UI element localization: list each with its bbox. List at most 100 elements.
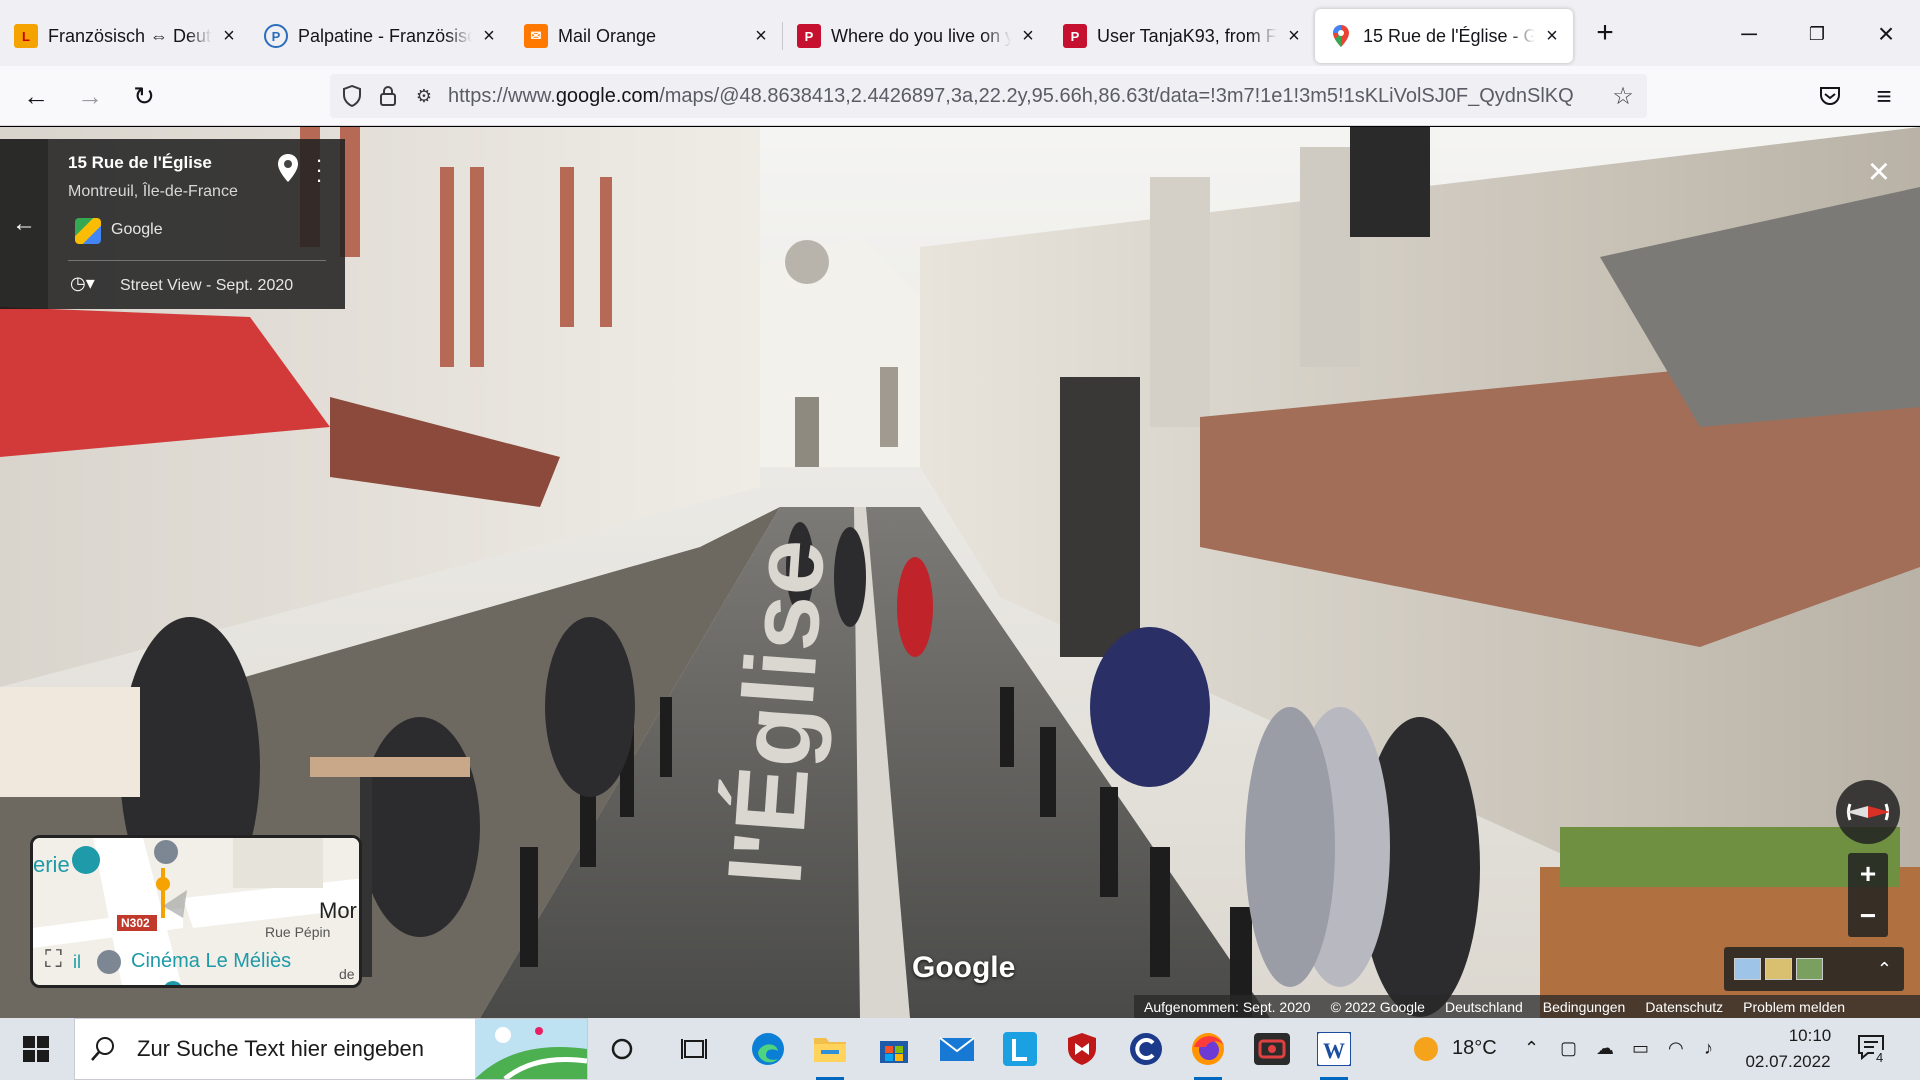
- hamburger-menu-icon[interactable]: ≡: [1864, 76, 1904, 116]
- imagery-thumbnail[interactable]: [1734, 958, 1761, 980]
- windows-start-icon[interactable]: [12, 1028, 60, 1070]
- reload-icon[interactable]: ↻: [124, 76, 164, 116]
- lock-icon[interactable]: [370, 85, 406, 107]
- privacy-link[interactable]: Datenschutz: [1645, 999, 1723, 1015]
- compass-control[interactable]: [1836, 780, 1900, 844]
- time-travel-icon[interactable]: ◷▾: [70, 273, 106, 299]
- mail-app-icon[interactable]: [935, 1027, 979, 1071]
- forward-arrow-icon[interactable]: →: [70, 76, 110, 116]
- word-icon[interactable]: W: [1312, 1027, 1356, 1080]
- l-app-icon[interactable]: [998, 1027, 1042, 1071]
- card-divider: [68, 260, 326, 261]
- notification-count: 4: [1874, 1050, 1886, 1065]
- shield-icon[interactable]: [334, 85, 370, 107]
- ccleaner-icon[interactable]: [1124, 1027, 1168, 1071]
- copyright: © 2022 Google: [1330, 998, 1425, 1015]
- map-label: erie: [33, 852, 70, 877]
- onedrive-icon[interactable]: ☁: [1596, 1038, 1614, 1059]
- firefox-icon[interactable]: [1186, 1027, 1230, 1080]
- minimize-icon[interactable]: ─: [1729, 14, 1769, 54]
- meet-now-icon[interactable]: ▢: [1560, 1038, 1577, 1059]
- tab-google-maps[interactable]: 15 Rue de l'Église - Go ×: [1315, 9, 1573, 63]
- expand-map-icon[interactable]: ⛶: [45, 946, 77, 978]
- zoom-out-icon[interactable]: −: [1848, 895, 1888, 937]
- tab-palpatine[interactable]: P Palpatine - Französisch ×: [250, 9, 510, 63]
- terms-link[interactable]: Bedingungen: [1543, 999, 1626, 1015]
- restore-icon[interactable]: ❐: [1797, 14, 1837, 54]
- volume-icon[interactable]: ♪: [1704, 1038, 1713, 1059]
- dict-icon: L: [14, 24, 38, 48]
- url-host: google.com: [555, 84, 660, 107]
- close-tab-icon[interactable]: ×: [218, 25, 240, 47]
- tab-woerterbuch[interactable]: L Französisch ⇔ Deutsch ×: [0, 9, 250, 63]
- close-window-icon[interactable]: ×: [1866, 14, 1906, 54]
- task-view-icon[interactable]: [672, 1027, 716, 1071]
- tab-label: User TanjaK93, from Fr: [1097, 25, 1277, 46]
- mcafee-icon[interactable]: [1060, 1027, 1104, 1071]
- palpatine-icon: P: [264, 24, 288, 48]
- tab-mail-orange[interactable]: ✉ Mail Orange ×: [510, 9, 782, 63]
- close-tab-icon[interactable]: ×: [478, 25, 500, 47]
- weather-sun-icon[interactable]: [1404, 1027, 1448, 1071]
- region-link[interactable]: Deutschland: [1445, 999, 1523, 1015]
- back-arrow-icon[interactable]: ←: [0, 139, 48, 309]
- location-pin-icon[interactable]: [276, 153, 300, 183]
- chevron-up-icon[interactable]: ⌃: [1524, 1038, 1539, 1059]
- capture-date: Aufgenommen: Sept. 2020: [1144, 998, 1311, 1015]
- new-tab-button[interactable]: +: [1585, 13, 1625, 53]
- maps-pin-icon: [1329, 24, 1353, 48]
- imagery-provider: Google: [111, 221, 163, 238]
- clock-time[interactable]: 10:10: [1762, 1026, 1858, 1046]
- tab-label: Palpatine - Französisch: [298, 25, 472, 46]
- taskbar-search-box[interactable]: Zur Suche Text hier eingeben: [74, 1018, 588, 1080]
- url-prefix: https://www.: [448, 84, 556, 107]
- pocket-icon[interactable]: [1810, 76, 1850, 116]
- address-bar[interactable]: ⚙ https://www.google.com/maps/@48.863841…: [330, 74, 1647, 118]
- close-tab-icon[interactable]: ×: [1017, 25, 1039, 47]
- permissions-icon[interactable]: ⚙: [406, 86, 442, 107]
- more-options-icon[interactable]: · · ·: [312, 149, 326, 191]
- weather-temperature[interactable]: 18°C: [1452, 1037, 1497, 1060]
- tab-label: Where do you live on y: [831, 25, 1011, 46]
- p-logo-icon: P: [797, 24, 821, 48]
- close-tab-icon[interactable]: ×: [1283, 25, 1305, 47]
- compass-icon: [1846, 803, 1890, 821]
- imagery-thumbnail[interactable]: [1796, 958, 1823, 980]
- location-info-card: ← 15 Rue de l'Église Montreuil, Île-de-F…: [0, 139, 345, 309]
- close-tab-icon[interactable]: ×: [1541, 25, 1563, 47]
- tab-label: 15 Rue de l'Église - Go: [1363, 25, 1535, 46]
- map-label: de: [339, 966, 355, 982]
- microsoft-store-icon[interactable]: [872, 1027, 916, 1071]
- notification-center-icon[interactable]: 4: [1856, 1032, 1886, 1067]
- street-view-panorama[interactable]: l'Église ← 15 Rue de l'Église Montreuil,…: [0, 127, 1920, 1018]
- cortana-icon[interactable]: [600, 1027, 644, 1071]
- star-bookmark-icon[interactable]: ☆: [1605, 82, 1641, 111]
- url-text[interactable]: https://www.google.com/maps/@48.8638413,…: [448, 85, 1605, 108]
- battery-icon[interactable]: ▭: [1632, 1038, 1649, 1059]
- close-tab-icon[interactable]: ×: [750, 25, 772, 47]
- street-label: Rue Pépin: [265, 924, 331, 940]
- zoom-in-icon[interactable]: +: [1848, 853, 1888, 895]
- close-street-view-icon[interactable]: ×: [1868, 151, 1890, 194]
- poi-label: Cinéma Le Méliès: [131, 950, 292, 972]
- imagery-strip[interactable]: ⌃: [1724, 947, 1904, 991]
- file-explorer-icon[interactable]: [808, 1027, 852, 1080]
- road-badge-n302: N302: [121, 916, 150, 930]
- street-view-date: Street View - Sept. 2020: [120, 277, 294, 294]
- search-icon: [91, 1037, 114, 1061]
- tab-label: Mail Orange: [558, 25, 657, 46]
- imagery-thumbnail[interactable]: [1765, 958, 1792, 980]
- clock-date[interactable]: 02.07.2022: [1740, 1052, 1836, 1072]
- wifi-icon[interactable]: ◠: [1668, 1038, 1684, 1059]
- screen-recorder-icon[interactable]: [1250, 1027, 1294, 1071]
- search-highlight-art: [475, 1019, 587, 1079]
- google-maps-logo-icon: [75, 218, 101, 244]
- tab-where-do-you-live[interactable]: P Where do you live on y ×: [783, 9, 1049, 63]
- tab-label: Französisch ⇔ Deutsch: [48, 25, 212, 46]
- tab-user-tanjak93[interactable]: P User TanjaK93, from Fr ×: [1049, 9, 1315, 63]
- edge-icon[interactable]: [746, 1027, 790, 1071]
- report-problem-link[interactable]: Problem melden: [1743, 999, 1845, 1015]
- chevron-up-icon[interactable]: ⌃: [1877, 959, 1892, 980]
- minimap[interactable]: erie Mor N302 Rue Pépin Cinéma Le Méliès…: [30, 835, 362, 988]
- back-arrow-icon[interactable]: ←: [16, 76, 56, 116]
